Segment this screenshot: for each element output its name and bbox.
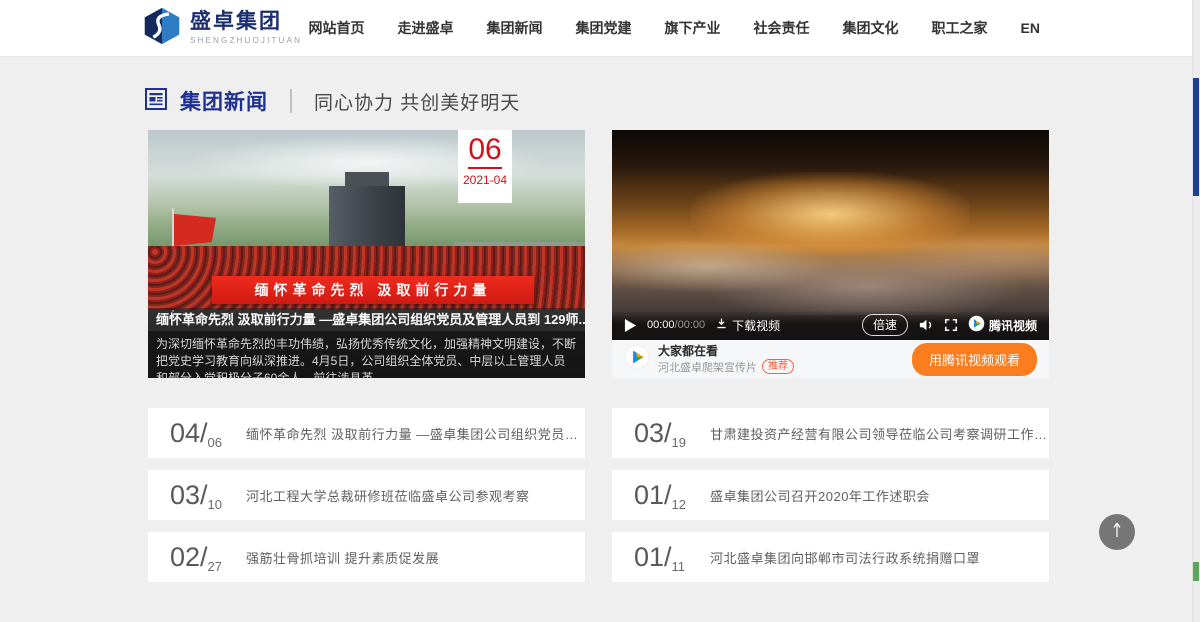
news-date: 03/19 <box>634 418 696 449</box>
news-item-title: 甘肃建投资产经营有限公司领导莅临公司考察调研工作， 公司启动数... <box>710 424 1049 443</box>
featured-news-card[interactable]: 缅怀革命先烈 汲取前行力量 06 2021-04 缅怀革命先烈 汲取前行力量 —… <box>148 130 585 378</box>
scrollbar-thumb[interactable] <box>1193 78 1199 196</box>
date-badge: 06 2021-04 <box>458 130 512 203</box>
nav-item-culture[interactable]: 集团文化 <box>843 18 899 38</box>
news-date: 01/11 <box>634 542 696 573</box>
video-control-bar: 00:00/00:00 下载视频 倍速 腾讯视频 <box>612 310 1049 340</box>
nav-item-staff[interactable]: 职工之家 <box>932 18 988 38</box>
site-header: 盛卓集团 SHENGZHUOJITUAN 网站首页 走进盛卓 集团新闻 集团党建… <box>0 0 1200 57</box>
main-nav: 网站首页 走进盛卓 集团新闻 集团党建 旗下产业 社会责任 集团文化 职工之家 … <box>309 18 1040 38</box>
logo-title: 盛卓集团 <box>190 11 302 33</box>
news-icon <box>145 88 167 115</box>
tencent-video-icon <box>968 315 985 335</box>
nav-item-responsibility[interactable]: 社会责任 <box>754 18 810 38</box>
date-badge-day: 06 <box>458 133 512 167</box>
section-divider <box>290 89 292 113</box>
everyone-watching-label: 大家都在看 <box>658 344 794 358</box>
watch-on-tencent-button[interactable]: 用腾讯视频观看 <box>912 343 1037 376</box>
news-item-title: 河北工程大学总裁研修班莅临盛卓公司参观考察 <box>246 486 530 505</box>
video-clouds <box>612 199 1049 315</box>
news-list-item[interactable]: 03/19 甘肃建投资产经营有限公司领导莅临公司考察调研工作， 公司启动数... <box>612 408 1049 458</box>
download-video-button[interactable]: 下载视频 <box>715 317 780 334</box>
news-date: 03/10 <box>170 480 232 511</box>
tencent-video-icon <box>624 344 650 375</box>
edge-widget <box>1193 562 1199 581</box>
date-badge-divider <box>468 167 502 169</box>
section-subtitle: 同心协力 共创美好明天 <box>314 88 520 115</box>
recommend-badge: 推荐 <box>762 359 794 374</box>
featured-news-description: 为深切缅怀革命先烈的丰功伟绩，弘扬优秀传统文化，加强精神文明建设，不断把党史学习… <box>148 331 585 378</box>
nav-item-home[interactable]: 网站首页 <box>309 18 365 38</box>
video-screen[interactable] <box>612 130 1049 340</box>
nav-item-news[interactable]: 集团新闻 <box>487 18 543 38</box>
nav-item-about[interactable]: 走进盛卓 <box>398 18 454 38</box>
video-info-bar: 大家都在看 河北盛卓爬架宣传片 推荐 用腾讯视频观看 <box>612 340 1049 378</box>
news-item-title: 盛卓集团公司召开2020年工作述职会 <box>710 486 930 505</box>
photo-red-flag <box>174 214 216 246</box>
news-list-item[interactable]: 02/27 强筋壮骨抓培训 提升素质促发展 <box>148 532 585 582</box>
volume-icon[interactable] <box>918 318 934 332</box>
news-list-item[interactable]: 03/10 河北工程大学总裁研修班莅临盛卓公司参观考察 <box>148 470 585 520</box>
video-name[interactable]: 河北盛卓爬架宣传片 <box>658 359 757 375</box>
date-badge-month: 2021-04 <box>458 173 512 187</box>
section-title: 集团新闻 <box>180 86 268 116</box>
nav-item-industries[interactable]: 旗下产业 <box>665 18 721 38</box>
photo-banner-text: 缅怀革命先烈 汲取前行力量 <box>212 276 534 304</box>
playback-speed-button[interactable]: 倍速 <box>862 314 908 336</box>
news-item-title: 河北盛卓集团向邯郸市司法行政系统捐赠口罩 <box>710 548 980 567</box>
news-list-item[interactable]: 04/06 缅怀革命先烈 汲取前行力量 —盛卓集团公司组织党员及管理人员到 1.… <box>148 408 585 458</box>
logo-subtitle: SHENGZHUOJITUAN <box>190 36 302 45</box>
tencent-video-link[interactable]: 腾讯视频 <box>968 315 1037 335</box>
news-list-right: 03/19 甘肃建投资产经营有限公司领导莅临公司考察调研工作， 公司启动数...… <box>612 408 1049 594</box>
news-list-item[interactable]: 01/11 河北盛卓集团向邯郸市司法行政系统捐赠口罩 <box>612 532 1049 582</box>
news-item-title: 强筋壮骨抓培训 提升素质促发展 <box>246 548 439 567</box>
nav-item-en[interactable]: EN <box>1021 20 1040 36</box>
download-icon <box>715 317 728 333</box>
video-vignette <box>612 130 1049 185</box>
nav-item-party[interactable]: 集团党建 <box>576 18 632 38</box>
back-to-top-button[interactable] <box>1099 514 1135 550</box>
section-header: 集团新闻 同心协力 共创美好明天 <box>145 86 520 116</box>
arrow-up-icon <box>1111 521 1123 544</box>
news-list-item[interactable]: 01/12 盛卓集团公司召开2020年工作述职会 <box>612 470 1049 520</box>
play-icon[interactable] <box>624 318 637 333</box>
news-date: 04/06 <box>170 418 232 449</box>
main-content: 集团新闻 同心协力 共创美好明天 缅怀革命先烈 汲取前行力量 06 2021-0… <box>0 57 1200 622</box>
news-date: 02/27 <box>170 542 232 573</box>
site-logo[interactable]: 盛卓集团 SHENGZHUOJITUAN <box>143 7 302 50</box>
news-date: 01/12 <box>634 480 696 511</box>
scrollbar-track[interactable] <box>1192 0 1200 622</box>
fullscreen-icon[interactable] <box>944 318 958 332</box>
video-time: 00:00/00:00 <box>647 319 705 331</box>
video-card: 00:00/00:00 下载视频 倍速 腾讯视频 <box>612 130 1049 378</box>
logo-icon <box>143 7 181 50</box>
news-list-left: 04/06 缅怀革命先烈 汲取前行力量 —盛卓集团公司组织党员及管理人员到 1.… <box>148 408 585 594</box>
news-item-title: 缅怀革命先烈 汲取前行力量 —盛卓集团公司组织党员及管理人员到 1... <box>246 424 585 443</box>
featured-news-title[interactable]: 缅怀革命先烈 汲取前行力量 —盛卓集团公司组织党员及管理人员到 129师... <box>148 308 585 331</box>
